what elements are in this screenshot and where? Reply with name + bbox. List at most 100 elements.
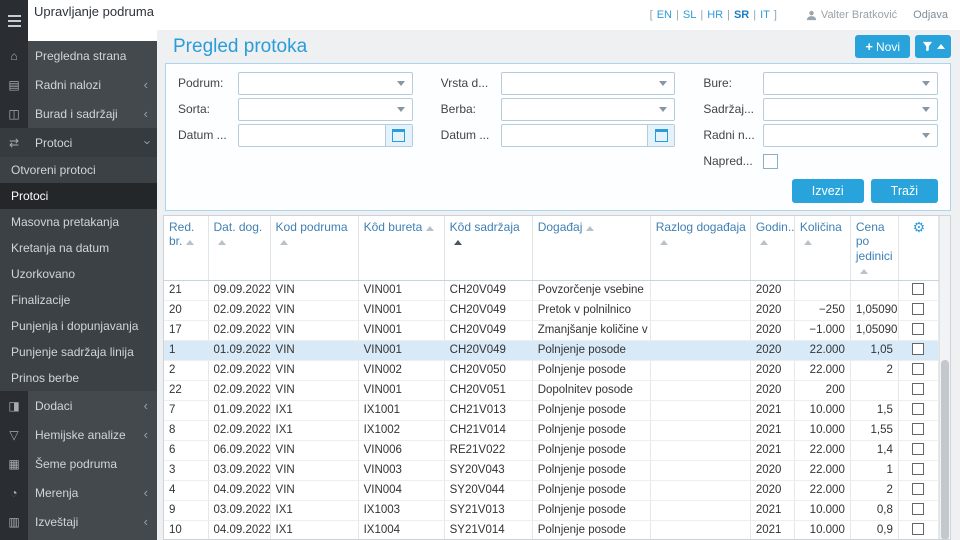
- sidebar-item-protoci-lista[interactable]: Protoci: [0, 183, 157, 209]
- sidebar-item-hemijske-analize[interactable]: ▽ Hemijske analize: [0, 420, 157, 449]
- column-header-razlog-dogadjaja[interactable]: Razlog događaja: [650, 216, 751, 281]
- calendar-button-datum-do[interactable]: [647, 124, 675, 146]
- language-link-it[interactable]: IT: [760, 9, 770, 21]
- sidebar-item-otvoreni-protoci[interactable]: Otvoreni protoci: [0, 157, 157, 183]
- search-button[interactable]: Traži: [870, 179, 938, 203]
- table-row[interactable]: 8 02.09.2022 IX1 IX1002 CH21V014 Polnjenje po…: [164, 420, 940, 441]
- column-header-dat-dog[interactable]: Dat. dog.: [208, 216, 271, 281]
- table-row[interactable]: 20 02.09.2022 VIN VIN001 CH20V049 Pretok v po…: [164, 300, 940, 321]
- table-row[interactable]: 22 02.09.2022 VIN VIN001 CH20V051 Dopolnitev …: [164, 380, 940, 401]
- cell-kolicina: 10.000: [794, 520, 851, 539]
- filter-select-berba[interactable]: [500, 97, 676, 121]
- row-checkbox[interactable]: [912, 482, 925, 495]
- new-button[interactable]: + Novi: [855, 35, 910, 58]
- sidebar-item-protoci[interactable]: ⇄ Protoci: [0, 128, 157, 157]
- sidebar-item-finalizacije[interactable]: Finalizacije: [0, 287, 157, 313]
- cell-godin: 2020: [750, 480, 795, 501]
- filter-date-input-datum-od[interactable]: [239, 125, 385, 146]
- column-header-cena-po-jedinici[interactable]: Cena po jedinici: [850, 216, 899, 281]
- sidebar-item-seme-podruma[interactable]: ▦ Šeme podruma: [0, 449, 157, 478]
- sidebar-item-punjenja-i-dopunjavanja[interactable]: Punjenja i dopunjavanja: [0, 313, 157, 339]
- column-header-godin[interactable]: Godin...: [750, 216, 795, 281]
- row-checkbox[interactable]: [912, 442, 925, 455]
- sidebar-item-prinos-berbe[interactable]: Prinos berbe: [0, 365, 157, 391]
- sidebar-item-izvestaji[interactable]: ▥ Izveštaji: [0, 507, 157, 536]
- table-row[interactable]: 6 06.09.2022 VIN VIN006 RE21V022 Polnjenje po…: [164, 440, 940, 461]
- filter-select-sorta[interactable]: [238, 97, 413, 121]
- cell-dogadjaj: Polnjenje posode: [532, 480, 651, 501]
- column-header-kod-podruma[interactable]: Kod podruma: [270, 216, 359, 281]
- filter-select-podrum[interactable]: [238, 71, 413, 95]
- sidebar-item-pregledna-strana[interactable]: ⌂ Pregledna strana: [0, 41, 157, 70]
- language-link-sl[interactable]: SL: [683, 9, 696, 21]
- column-header-kod-bureta[interactable]: Kôd bureta: [358, 216, 445, 281]
- column-header-red-br[interactable]: Red. br.: [164, 216, 209, 281]
- sidebar-item-punjenje-sadrzaja-linija[interactable]: Punjenje sadržaja linija: [0, 339, 157, 365]
- cell-select: [898, 460, 940, 481]
- export-button[interactable]: Izvezi: [791, 179, 864, 203]
- cell-dogadjaj: Polnjenje posode: [532, 520, 651, 539]
- logout-link[interactable]: Odjava: [913, 9, 948, 21]
- cell-razlog-dogadjaja: [650, 280, 751, 301]
- row-checkbox[interactable]: [912, 462, 925, 475]
- filter-checkbox-napredno[interactable]: [763, 153, 779, 169]
- table-row[interactable]: 17 02.09.2022 VIN VIN001 CH20V049 Zmanjšanje …: [164, 320, 940, 341]
- language-link-sr[interactable]: SR: [734, 9, 749, 21]
- filter-select-sadrzaj[interactable]: [763, 97, 938, 121]
- row-checkbox[interactable]: [912, 342, 925, 355]
- cell-kolicina: −1.000: [794, 320, 851, 341]
- table-row[interactable]: 2 02.09.2022 VIN VIN002 CH20V050 Polnjenje po…: [164, 360, 940, 381]
- row-checkbox[interactable]: [912, 362, 925, 375]
- row-checkbox[interactable]: [912, 402, 925, 415]
- cell-godin: 2021: [750, 520, 795, 539]
- row-checkbox[interactable]: [912, 382, 925, 395]
- filter-toggle-button[interactable]: [915, 35, 951, 58]
- row-checkbox[interactable]: [912, 282, 925, 295]
- sidebar-item-burad-i-sadrzaji[interactable]: ◫ Burad i sadržaji: [0, 99, 157, 128]
- filter-select-radni-nalog[interactable]: [763, 123, 938, 147]
- row-checkbox[interactable]: [912, 522, 925, 535]
- cell-kod-bureta: VIN003: [358, 460, 445, 481]
- column-settings-button[interactable]: ⚙: [898, 216, 940, 281]
- table-row[interactable]: 1 01.09.2022 VIN VIN001 CH20V049 Polnjenje po…: [164, 340, 940, 361]
- cell-kod-bureta: VIN001: [358, 320, 445, 341]
- table-scrollbar[interactable]: [939, 216, 950, 539]
- table-row[interactable]: 9 03.09.2022 IX1 IX1003 SY21V013 Polnjenje po…: [164, 500, 940, 521]
- calendar-button-datum-od[interactable]: [384, 124, 412, 146]
- column-header-kod-sadrzaja[interactable]: Kôd sadržaja: [444, 216, 533, 281]
- sidebar-item-merenja[interactable]: ◔ Merenja: [0, 478, 157, 507]
- filter-select-bure[interactable]: [763, 71, 938, 95]
- sidebar-item-masovna-pretakanja[interactable]: Masovna pretakanja: [0, 209, 157, 235]
- language-link-en[interactable]: EN: [657, 9, 672, 21]
- sidebar-item-radni-nalozi[interactable]: ▤ Radni nalozi: [0, 70, 157, 99]
- cell-kod-podruma: IX1: [270, 420, 359, 441]
- cell-kolicina: 22.000: [794, 360, 851, 381]
- table-row[interactable]: 7 01.09.2022 IX1 IX1001 CH21V013 Polnjenje po…: [164, 400, 940, 421]
- table-row[interactable]: 21 09.09.2022 VIN VIN001 CH20V049 Povzorčenje…: [164, 280, 940, 301]
- sidebar-item-label: Uzorkovano: [11, 267, 76, 281]
- row-checkbox[interactable]: [912, 302, 925, 315]
- sidebar-item-uzorkovano[interactable]: Uzorkovano: [0, 261, 157, 287]
- sidebar-item-dodaci[interactable]: ◨ Dodaci: [0, 391, 157, 420]
- column-header-dogadjaj[interactable]: Događaj: [532, 216, 651, 281]
- row-checkbox[interactable]: [912, 502, 925, 515]
- scrollbar-thumb[interactable]: [941, 360, 949, 539]
- lang-bracket: [: [649, 9, 653, 21]
- hamburger-menu-button[interactable]: [0, 0, 28, 41]
- cell-cena-po-jedinici: 1: [850, 460, 899, 481]
- row-checkbox[interactable]: [912, 422, 925, 435]
- sort-arrow-icon: [759, 240, 768, 246]
- lang-separator: |: [676, 9, 679, 21]
- cell-kolicina: 22.000: [794, 480, 851, 501]
- filter-select-vrsta-dogadjaja[interactable]: [500, 71, 676, 95]
- table-row[interactable]: 10 04.09.2022 IX1 IX1004 SY21V014 Polnjenje p…: [164, 520, 940, 539]
- table-row[interactable]: 3 03.09.2022 VIN VIN003 SY20V043 Polnjenje po…: [164, 460, 940, 481]
- language-link-hr[interactable]: HR: [707, 9, 723, 21]
- column-header-kolicina[interactable]: Količina: [794, 216, 851, 281]
- cell-cena-po-jedinici: 1,4: [850, 440, 899, 461]
- filter-date-input-datum-do[interactable]: [502, 125, 648, 146]
- cell-kod-bureta: VIN004: [358, 480, 445, 501]
- table-row[interactable]: 4 04.09.2022 VIN VIN004 SY20V044 Polnjenje po…: [164, 480, 940, 501]
- sidebar-item-kretanja-na-datum[interactable]: Kretanja na datum: [0, 235, 157, 261]
- row-checkbox[interactable]: [912, 322, 925, 335]
